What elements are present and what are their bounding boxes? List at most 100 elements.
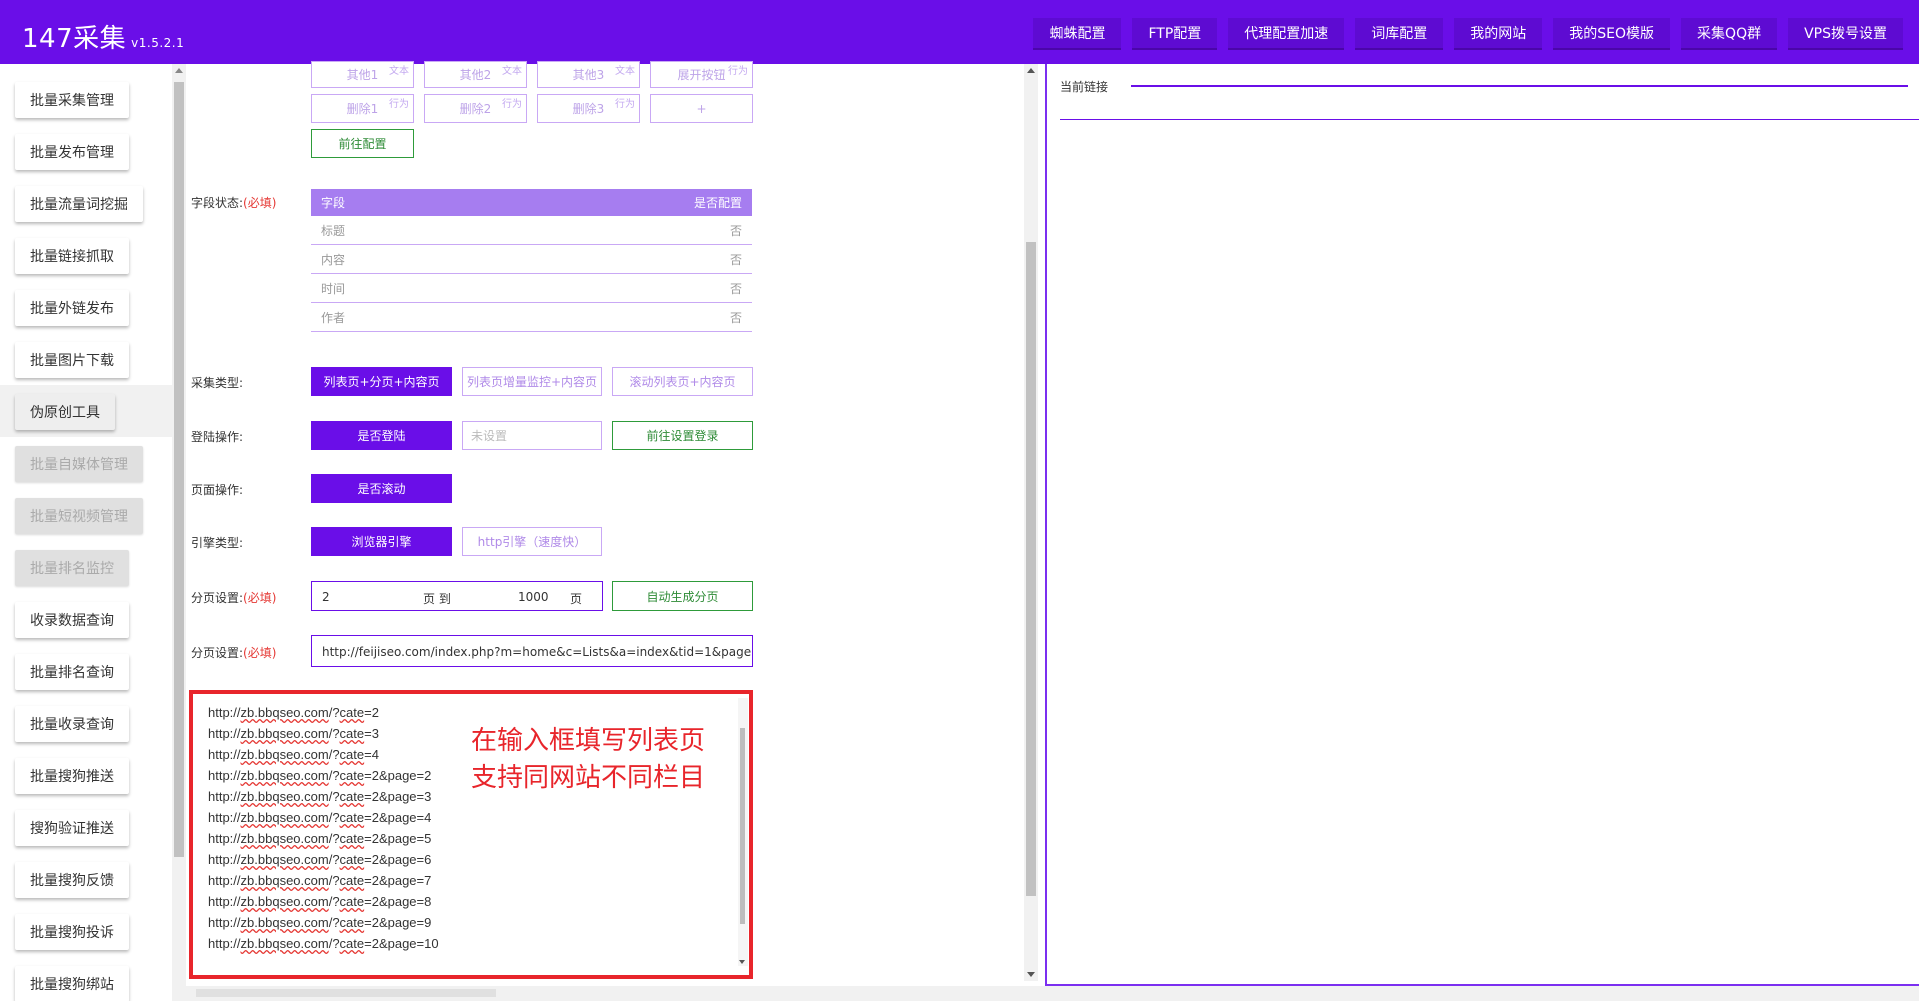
nav-seo-templates[interactable]: 我的SEO模版: [1553, 18, 1671, 50]
page-to-value[interactable]: 1000: [518, 590, 549, 604]
login-label: 登陆操作:: [191, 430, 244, 444]
collect-type-label: 采集类型:: [191, 376, 244, 390]
nav-proxy-config[interactable]: 代理配置加速: [1228, 18, 1345, 50]
horizontal-scrollbar[interactable]: [186, 986, 1919, 1001]
field-box-tag: 文本: [502, 66, 522, 77]
paging-label-text: 分页设置:: [191, 591, 244, 605]
paging-label: 分页设置:(必填): [191, 589, 276, 606]
paging-url-label: 分页设置:(必填): [191, 644, 276, 661]
field-box-delete1[interactable]: 删除1 行为: [311, 94, 414, 123]
nav-qq-group[interactable]: 采集QQ群: [1681, 18, 1778, 50]
sidebar-item-sogou-complaint[interactable]: 批量搜狗投诉: [15, 914, 129, 950]
scroll-down-icon[interactable]: [1027, 972, 1035, 977]
nav-my-sites[interactable]: 我的网站: [1454, 18, 1543, 50]
engine-browser-button[interactable]: 浏览器引擎: [311, 527, 452, 556]
nav-vps-dialup[interactable]: VPS拨号设置: [1788, 18, 1903, 50]
field-box-label: 删除2: [459, 102, 492, 116]
page-unit-to: 页 到: [423, 592, 451, 606]
engine-label: 引擎类型:: [191, 536, 244, 550]
auto-generate-paging-button[interactable]: 自动生成分页: [612, 581, 753, 611]
annotation-line-2: 支持同网站不同栏目: [471, 763, 706, 793]
login-setting-field[interactable]: 未设置: [462, 421, 602, 450]
collect-type-list-paging-content[interactable]: 列表页+分页+内容页: [311, 367, 452, 396]
scroll-down-icon[interactable]: [739, 960, 745, 964]
field-name: 作者: [321, 310, 346, 325]
sidebar-item-index-data[interactable]: 收录数据查询: [15, 602, 129, 638]
required-mark: (必填): [243, 591, 277, 605]
nav-spider-config[interactable]: 蜘蛛配置: [1033, 18, 1122, 50]
field-box-delete2[interactable]: 删除2 行为: [424, 94, 527, 123]
goto-config-button[interactable]: 前往配置: [311, 129, 414, 158]
sidebar-item-index-query[interactable]: 批量收录查询: [15, 706, 129, 742]
field-config-value: 否: [729, 310, 742, 325]
list-url-line: http://zb.bbqseo.com/?cate=3: [208, 726, 379, 741]
sidebar-scrollbar[interactable]: [172, 64, 186, 1001]
field-config-value: 否: [729, 252, 742, 267]
list-url-line: http://zb.bbqseo.com/?cate=2&page=5: [208, 831, 432, 846]
scrollbar-thumb[interactable]: [174, 82, 184, 857]
add-field-button[interactable]: +: [650, 94, 753, 123]
config-panel-scrollbar[interactable]: [1024, 64, 1038, 981]
nav-ftp-config[interactable]: FTP配置: [1132, 18, 1218, 50]
sidebar-item-sogou-push[interactable]: 批量搜狗推送: [15, 758, 129, 794]
collect-type-incremental[interactable]: 列表页增量监控+内容页: [462, 367, 602, 396]
sidebar-item-rank-query[interactable]: 批量排名查询: [15, 654, 129, 690]
scroll-toggle-button[interactable]: 是否滚动: [311, 474, 452, 503]
field-name: 标题: [321, 223, 346, 238]
textarea-scrollbar[interactable]: [738, 698, 748, 966]
table-row: 作者 否: [311, 303, 752, 332]
sidebar-item-backlink-publish[interactable]: 批量外链发布: [15, 290, 129, 326]
field-name: 内容: [321, 252, 346, 267]
scrollbar-thumb[interactable]: [1026, 242, 1036, 896]
page-from-value[interactable]: 2: [322, 590, 330, 604]
scrollbar-thumb[interactable]: [196, 989, 496, 997]
field-config-value: 否: [729, 281, 742, 296]
list-url-line: http://zb.bbqseo.com/?cate=4: [208, 747, 379, 762]
field-status-label: 字段状态:(必填): [191, 194, 276, 211]
field-box-tag: 文本: [389, 66, 409, 77]
sidebar-item-image-download[interactable]: 批量图片下载: [15, 342, 129, 378]
current-link-underline: [1060, 119, 1919, 120]
page-unit: 页: [570, 592, 583, 606]
login-toggle-button[interactable]: 是否登陆: [311, 421, 452, 450]
table-row: 内容 否: [311, 245, 752, 274]
collect-type-scroll-list[interactable]: 滚动列表页+内容页: [612, 367, 753, 396]
sidebar-item-sogou-bind[interactable]: 批量搜狗绑站: [15, 966, 129, 1001]
table-row: 时间 否: [311, 274, 752, 303]
page-range-input[interactable]: 2 页 到 1000 页: [311, 581, 603, 611]
field-box-other2[interactable]: 其他2 文本: [424, 61, 527, 88]
textarea-scrollbar-thumb[interactable]: [740, 728, 745, 924]
list-url-line: http://zb.bbqseo.com/?cate=2&page=4: [208, 810, 432, 825]
sidebar-item-sogou-feedback[interactable]: 批量搜狗反馈: [15, 862, 129, 898]
paging-url-label-text: 分页设置:: [191, 646, 244, 660]
sidebar-item-keyword-mining[interactable]: 批量流量词挖掘: [15, 186, 143, 222]
paging-url-input[interactable]: http://feijiseo.com/index.php?m=home&c=L…: [311, 635, 753, 667]
field-table-head-field: 字段: [321, 196, 346, 210]
goto-login-settings-button[interactable]: 前往设置登录: [612, 421, 753, 450]
sidebar-item-short-video[interactable]: 批量短视频管理: [15, 498, 143, 534]
sidebar-item-link-crawl[interactable]: 批量链接抓取: [15, 238, 129, 274]
field-box-label: 其他3: [572, 68, 605, 82]
brand-version: v1.5.2.1: [131, 36, 185, 50]
engine-http-button[interactable]: http引擎（速度快）: [462, 527, 602, 556]
sidebar-item-batch-collect[interactable]: 批量采集管理: [15, 82, 129, 118]
field-box-delete3[interactable]: 删除3 行为: [537, 94, 640, 123]
sidebar-item-sogou-verify-push[interactable]: 搜狗验证推送: [15, 810, 129, 846]
list-url-line: http://zb.bbqseo.com/?cate=2&page=8: [208, 894, 432, 909]
scroll-up-icon[interactable]: [175, 68, 183, 73]
sidebar-item-pseudo-original[interactable]: 伪原创工具: [15, 394, 115, 430]
field-box-expand-button[interactable]: 展开按钮 行为: [650, 61, 753, 88]
scroll-up-icon[interactable]: [1027, 68, 1035, 73]
sidebar-item-batch-publish[interactable]: 批量发布管理: [15, 134, 129, 170]
field-box-tag: 行为: [502, 99, 522, 110]
field-box-other1[interactable]: 其他1 文本: [311, 61, 414, 88]
sidebar-item-rank-monitor[interactable]: 批量排名监控: [15, 550, 129, 586]
field-table-header: 字段 是否配置: [311, 189, 752, 216]
sidebar-item-media-manage[interactable]: 批量自媒体管理: [15, 446, 143, 482]
nav-wordbank-config[interactable]: 词库配置: [1355, 18, 1444, 50]
field-table-head-config: 是否配置: [693, 196, 742, 210]
field-box-other3[interactable]: 其他3 文本: [537, 61, 640, 88]
sidebar: 批量采集管理 批量发布管理 批量流量词挖掘 批量链接抓取 批量外链发布 批量图片…: [0, 64, 172, 1001]
field-box-label: 展开按钮: [677, 68, 726, 82]
list-url-line: http://zb.bbqseo.com/?cate=2: [208, 705, 379, 720]
